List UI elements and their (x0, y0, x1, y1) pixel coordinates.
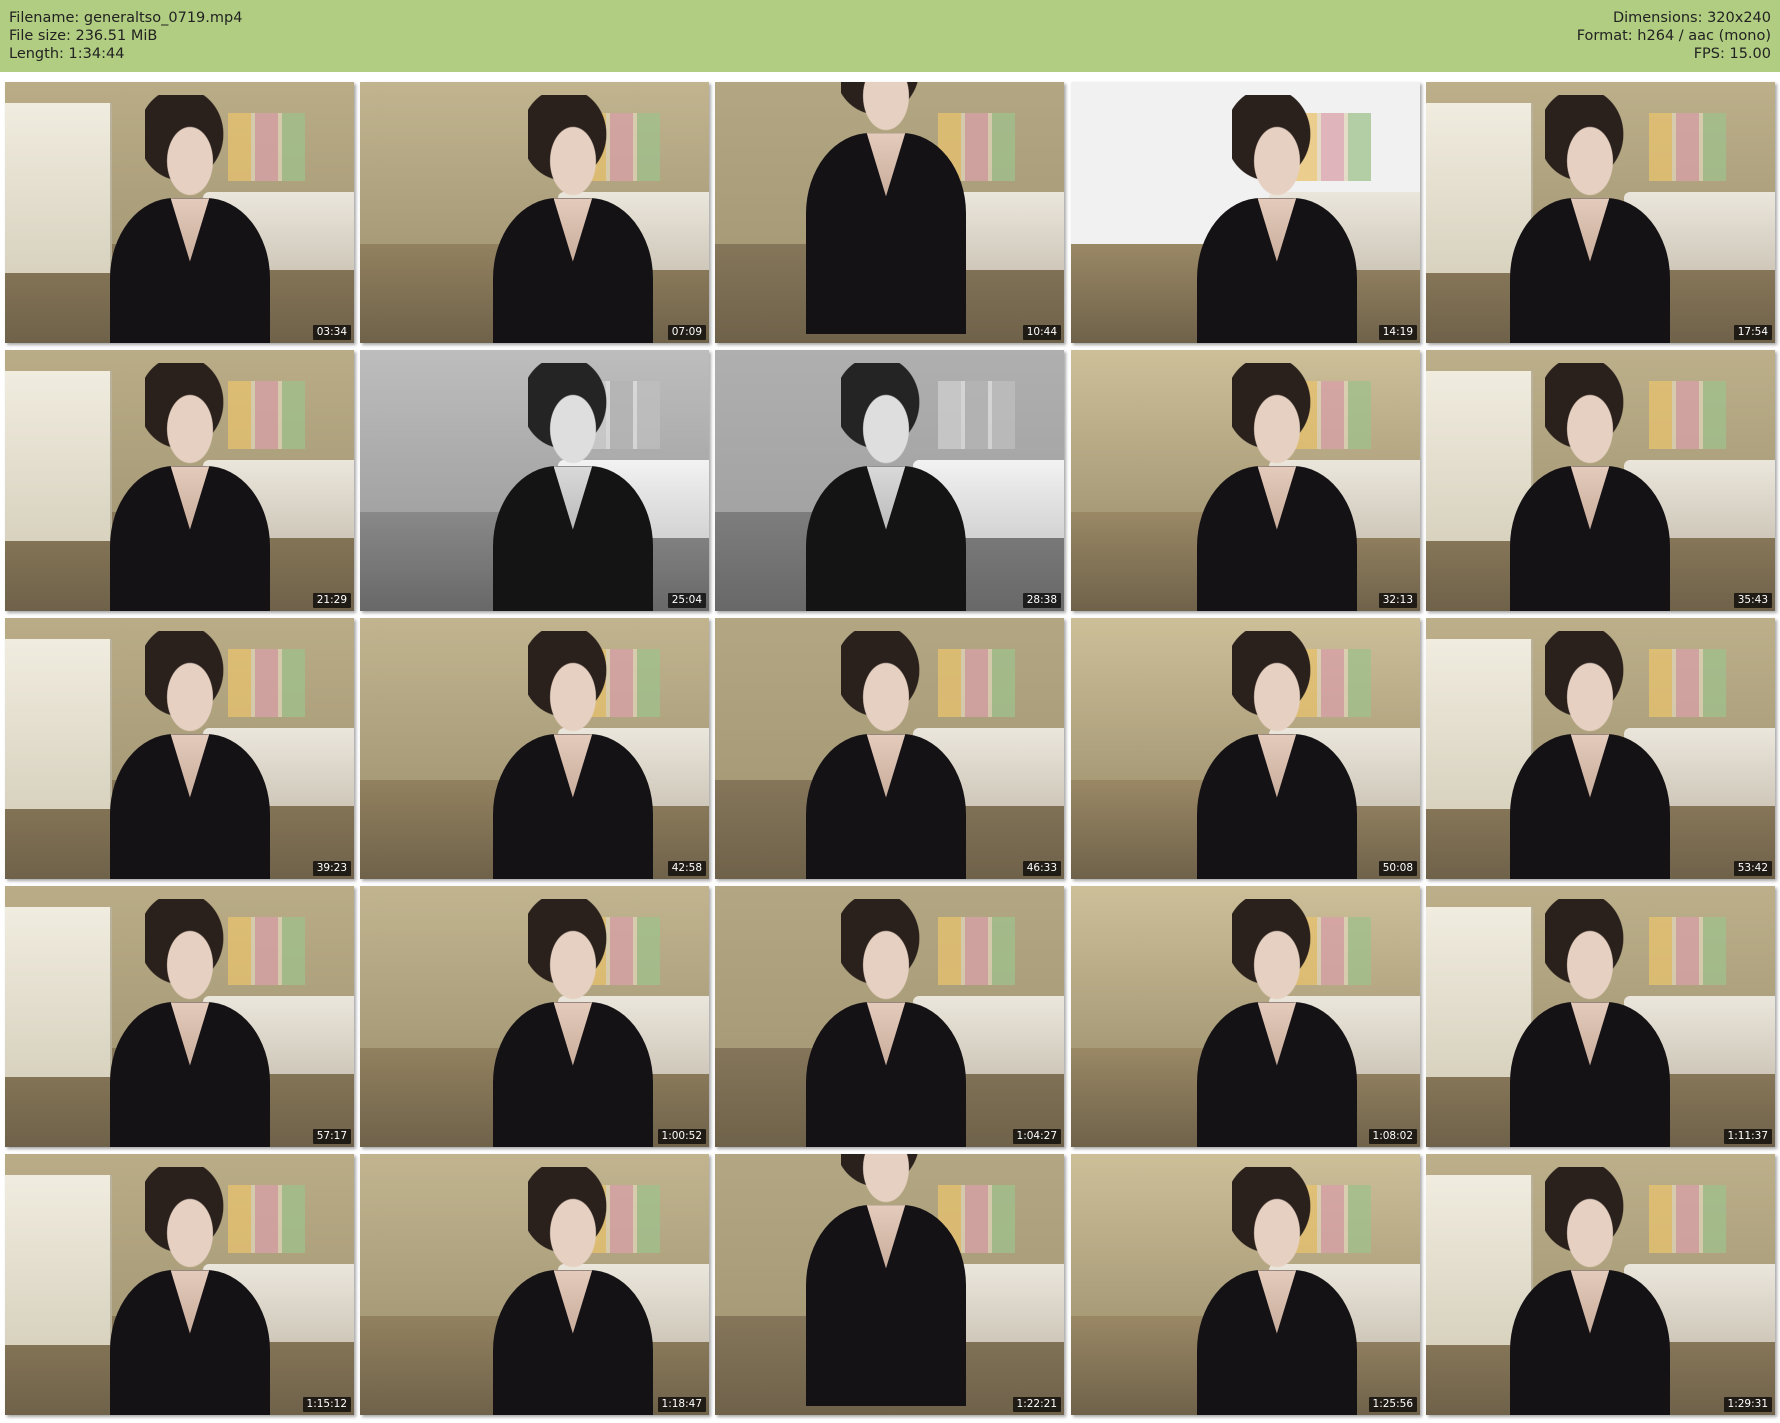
length-label: Length: (9, 46, 64, 62)
video-thumbnail: 1:25:56 (1071, 1154, 1420, 1415)
thumbnail-frame-image (1071, 618, 1420, 879)
video-thumbnail: 25:04 (360, 350, 709, 611)
header-right-info: Dimensions: 320x240 Format: h264 / aac (… (1577, 9, 1771, 63)
video-thumbnail: 42:58 (360, 618, 709, 879)
thumbnail-frame-image (1426, 82, 1775, 343)
thumbnail-frame-image (5, 82, 354, 343)
thumbnail-frame-image (1426, 1154, 1775, 1415)
thumbnail-timestamp: 17:54 (1733, 325, 1772, 340)
video-thumbnail: 39:23 (5, 618, 354, 879)
video-thumbnail: 14:19 (1071, 82, 1420, 343)
thumbnail-grid: 03:34 07:09 10:44 14:19 17:54 21:29 25:04 28:38… (5, 82, 1775, 1417)
video-thumbnail: 1:00:52 (360, 886, 709, 1147)
thumbnail-timestamp: 21:29 (312, 593, 351, 608)
video-thumbnail: 1:04:27 (715, 886, 1064, 1147)
video-thumbnail: 1:11:37 (1426, 886, 1775, 1147)
thumbnail-timestamp: 32:13 (1378, 593, 1417, 608)
thumbnail-timestamp: 53:42 (1733, 861, 1772, 876)
thumbnail-frame-image (360, 82, 709, 343)
header-left-info: Filename: generaltso_0719.mp4 File size:… (9, 9, 242, 63)
video-thumbnail: 1:18:47 (360, 1154, 709, 1415)
thumbnail-timestamp: 35:43 (1733, 593, 1772, 608)
dimensions-row: Dimensions: 320x240 (1577, 9, 1771, 27)
video-thumbnail: 21:29 (5, 350, 354, 611)
thumbnail-frame-image (1426, 618, 1775, 879)
thumbnail-frame-image (715, 350, 1064, 611)
thumbnail-timestamp: 1:29:31 (1723, 1397, 1772, 1412)
thumbnail-frame-image (1071, 886, 1420, 1147)
video-thumbnail: 32:13 (1071, 350, 1420, 611)
fps-label: FPS: (1693, 46, 1725, 62)
filename-value: generaltso_0719.mp4 (83, 10, 243, 26)
thumbnail-timestamp: 28:38 (1022, 593, 1061, 608)
length-value: 1:34:44 (68, 46, 125, 62)
thumbnail-timestamp: 1:15:12 (302, 1397, 351, 1412)
thumbnail-frame-image (1426, 886, 1775, 1147)
video-thumbnail: 53:42 (1426, 618, 1775, 879)
video-thumbnail: 35:43 (1426, 350, 1775, 611)
thumbnail-timestamp: 46:33 (1022, 861, 1061, 876)
thumbnail-frame-image (715, 618, 1064, 879)
video-thumbnail: 50:08 (1071, 618, 1420, 879)
filesize-value: 236.51 MiB (75, 28, 158, 44)
dimensions-value: 320x240 (1707, 10, 1771, 26)
video-thumbnail: 46:33 (715, 618, 1064, 879)
filesize-row: File size: 236.51 MiB (9, 27, 242, 45)
dimensions-label: Dimensions: (1612, 10, 1703, 26)
contact-sheet-header: Filename: generaltso_0719.mp4 File size:… (0, 0, 1780, 72)
thumbnail-frame-image (715, 82, 1064, 343)
format-value: h264 / aac (mono) (1637, 28, 1771, 44)
video-thumbnail: 1:08:02 (1071, 886, 1420, 1147)
filesize-label: File size: (9, 28, 71, 44)
length-row: Length: 1:34:44 (9, 45, 242, 63)
video-thumbnail: 1:29:31 (1426, 1154, 1775, 1415)
thumbnail-timestamp: 1:18:47 (657, 1397, 706, 1412)
thumbnail-timestamp: 25:04 (667, 593, 706, 608)
video-thumbnail: 57:17 (5, 886, 354, 1147)
thumbnail-frame-image (5, 350, 354, 611)
thumbnail-frame-image (715, 1154, 1064, 1415)
video-thumbnail: 1:22:21 (715, 1154, 1064, 1415)
thumbnail-timestamp: 57:17 (312, 1129, 351, 1144)
thumbnail-frame-image (1426, 350, 1775, 611)
thumbnail-timestamp: 1:25:56 (1368, 1397, 1417, 1412)
thumbnail-frame-image (360, 618, 709, 879)
thumbnail-timestamp: 39:23 (312, 861, 351, 876)
thumbnail-frame-image (360, 1154, 709, 1415)
thumbnail-timestamp: 1:00:52 (657, 1129, 706, 1144)
thumbnail-timestamp: 1:11:37 (1723, 1129, 1772, 1144)
video-thumbnail: 10:44 (715, 82, 1064, 343)
thumbnail-timestamp: 07:09 (667, 325, 706, 340)
thumbnail-timestamp: 1:08:02 (1368, 1129, 1417, 1144)
thumbnail-timestamp: 14:19 (1378, 325, 1417, 340)
thumbnail-timestamp: 1:22:21 (1012, 1397, 1061, 1412)
thumbnail-timestamp: 42:58 (667, 861, 706, 876)
thumbnail-frame-image (5, 618, 354, 879)
thumbnail-timestamp: 10:44 (1022, 325, 1061, 340)
video-thumbnail: 1:15:12 (5, 1154, 354, 1415)
thumbnail-frame-image (1071, 82, 1420, 343)
thumbnail-timestamp: 03:34 (312, 325, 351, 340)
thumbnail-frame-image (360, 886, 709, 1147)
thumbnail-frame-image (1071, 350, 1420, 611)
filename-row: Filename: generaltso_0719.mp4 (9, 9, 242, 27)
video-thumbnail: 03:34 (5, 82, 354, 343)
video-thumbnail: 28:38 (715, 350, 1064, 611)
format-row: Format: h264 / aac (mono) (1577, 27, 1771, 45)
video-thumbnail: 07:09 (360, 82, 709, 343)
thumbnail-frame-image (360, 350, 709, 611)
thumbnail-frame-image (1071, 1154, 1420, 1415)
thumbnail-frame-image (715, 886, 1064, 1147)
filename-label: Filename: (9, 10, 80, 26)
thumbnail-timestamp: 1:04:27 (1012, 1129, 1061, 1144)
fps-value: 15.00 (1729, 46, 1771, 62)
video-thumbnail: 17:54 (1426, 82, 1775, 343)
thumbnail-frame-image (5, 1154, 354, 1415)
fps-row: FPS: 15.00 (1577, 45, 1771, 63)
format-label: Format: (1576, 28, 1633, 44)
thumbnail-timestamp: 50:08 (1378, 861, 1417, 876)
thumbnail-frame-image (5, 886, 354, 1147)
